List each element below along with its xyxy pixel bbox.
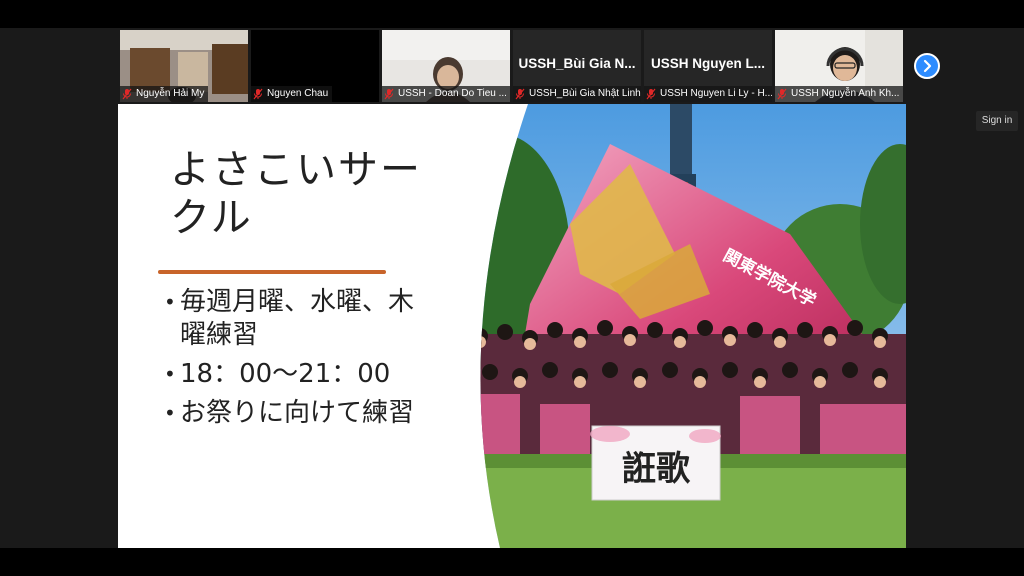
participant-name-placeholder: USSH_Bùi Gia N... xyxy=(518,56,636,71)
top-bar xyxy=(0,0,1024,28)
title-underline xyxy=(158,270,386,274)
group-photo: 関東学院大学 誑歌 xyxy=(480,104,906,548)
participant-label: USSH_Bùi Gia Nhật Linh xyxy=(513,86,641,102)
shared-slide: よさこいサークル 毎週月曜、水曜、木曜練習 18：00～21：00 お祭りに向け… xyxy=(118,104,906,548)
sign-in-button[interactable]: Sign in xyxy=(976,111,1018,131)
participant-tile[interactable]: Nguyen Chau xyxy=(251,30,379,102)
bullet-item: 毎週月曜、水曜、木曜練習 xyxy=(164,286,434,352)
participant-tile[interactable]: USSH_Bùi Gia N... USSH_Bùi Gia Nhật Linh xyxy=(513,30,641,102)
muted-mic-icon xyxy=(515,88,525,100)
participant-tile[interactable]: USSH - Doan Do Tieu ... xyxy=(382,30,510,102)
muted-mic-icon xyxy=(646,88,656,100)
participant-label: USSH Nguyen Li Ly - H... xyxy=(644,86,772,102)
participant-label: USSH Nguyễn Anh Kh... xyxy=(775,86,903,102)
participant-label: Nguyen Chau xyxy=(251,86,333,102)
next-participants-button[interactable] xyxy=(914,53,940,79)
slide-bullets: 毎週月曜、水曜、木曜練習 18：00～21：00 お祭りに向けて練習 xyxy=(164,286,434,436)
muted-mic-icon xyxy=(122,88,132,100)
muted-mic-icon xyxy=(253,88,263,100)
participant-label: Nguyễn Hải My xyxy=(120,86,209,102)
participant-tile[interactable]: Nguyễn Hải My xyxy=(120,30,248,102)
bullet-item: お祭りに向けて練習 xyxy=(164,397,434,430)
muted-mic-icon xyxy=(384,88,394,100)
bottom-bar xyxy=(0,548,1024,576)
chevron-right-icon xyxy=(923,59,932,73)
participant-tile[interactable]: USSH Nguyễn Anh Kh... xyxy=(775,30,903,102)
banner-text: 誑歌 xyxy=(622,449,691,489)
participant-name-placeholder: USSH Nguyen L... xyxy=(650,56,765,71)
bullet-item: 18：00～21：00 xyxy=(164,358,434,391)
muted-mic-icon xyxy=(777,88,787,100)
participant-label: USSH - Doan Do Tieu ... xyxy=(382,86,510,102)
participant-tile[interactable]: USSH Nguyen L... USSH Nguyen Li Ly - H..… xyxy=(644,30,772,102)
slide-title: よさこいサークル xyxy=(170,147,422,241)
